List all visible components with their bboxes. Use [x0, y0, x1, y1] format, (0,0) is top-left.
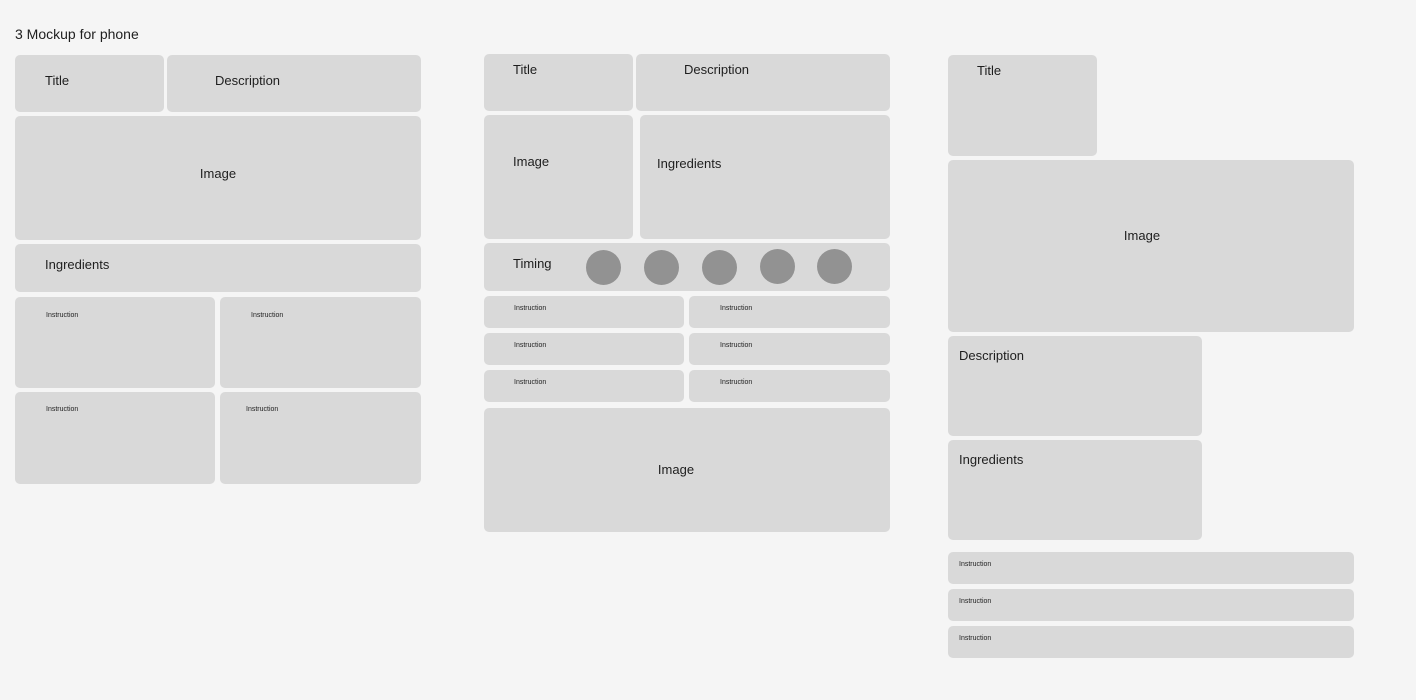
timing-step-dot[interactable]	[644, 250, 679, 285]
mockup-2-instruction-label: Instruction	[720, 342, 753, 349]
page-title: 3 Mockup for phone	[15, 26, 139, 42]
timing-step-dot[interactable]	[760, 249, 795, 284]
mockup-1-title-label: Title	[45, 73, 70, 88]
mockup-2-instruction-row: Instruction	[689, 333, 890, 365]
mockup-2-timing-box: Timing	[484, 243, 890, 291]
mockup-1-title-box: Title	[15, 55, 164, 112]
mockup-2-ingredients-box: Ingredients	[640, 115, 890, 239]
mockup-2-ingredients-label: Ingredients	[657, 156, 722, 171]
mockup-2-instruction-label: Instruction	[514, 305, 547, 312]
mockup-2-instruction-row: Instruction	[689, 296, 890, 328]
mockup-2-bottom-image-label: Image	[657, 462, 695, 477]
mockup-3-title-label: Title	[977, 63, 1002, 78]
mockup-1-ingredients-box: Ingredients	[15, 244, 421, 292]
mockup-1-image-box: Image	[15, 116, 421, 240]
mockup-2-instruction-row: Instruction	[484, 333, 684, 365]
mockup-2-instruction-label: Instruction	[514, 342, 547, 349]
mockup-3-ingredients-label: Ingredients	[959, 452, 1024, 467]
mockup-3-description-label: Description	[959, 348, 1025, 363]
mockup-2-title-label: Title	[513, 62, 538, 77]
mockup-2-bottom-image-box: Image	[484, 408, 890, 532]
mockup-1-instruction-label: Instruction	[46, 312, 79, 319]
mockup-3-image-label: Image	[1123, 228, 1161, 243]
mockup-1-description-label: Description	[215, 73, 281, 88]
mockup-3-image-box: Image	[948, 160, 1354, 332]
mockup-1-description-box: Description	[167, 55, 421, 112]
mockup-2-description-label: Description	[684, 62, 750, 77]
timing-step-dot[interactable]	[586, 250, 621, 285]
mockup-2-title-box: Title	[484, 54, 633, 111]
timing-step-dot[interactable]	[702, 250, 737, 285]
mockup-2-instruction-row: Instruction	[484, 370, 684, 402]
mockup-3-description-box: Description	[948, 336, 1202, 436]
mockup-3-instruction-label: Instruction	[959, 561, 992, 568]
mockup-3-instruction-row: Instruction	[948, 626, 1354, 658]
timing-step-dot[interactable]	[817, 249, 852, 284]
mockup-3-title-box: Title	[948, 55, 1097, 156]
mockup-1-image-label: Image	[199, 166, 237, 181]
mockup-2-instruction-row: Instruction	[689, 370, 890, 402]
mockup-1-instruction-label: Instruction	[251, 312, 284, 319]
mockup-2-instruction-label: Instruction	[720, 379, 753, 386]
mockup-3-instruction-row: Instruction	[948, 552, 1354, 584]
mockup-1-instruction-label: Instruction	[246, 406, 279, 413]
mockup-1-ingredients-label: Ingredients	[45, 257, 110, 272]
mockup-2-description-box: Description	[636, 54, 890, 111]
mockup-3-instruction-row: Instruction	[948, 589, 1354, 621]
mockup-3-instruction-label: Instruction	[959, 598, 992, 605]
mockup-1-instruction-card: Instruction	[220, 297, 421, 388]
mockup-2-image-label: Image	[513, 154, 550, 169]
mockup-1-instruction-label: Instruction	[46, 406, 79, 413]
mockup-3-instruction-label: Instruction	[959, 635, 992, 642]
mockup-2-instruction-label: Instruction	[514, 379, 547, 386]
mockup-1-instruction-card: Instruction	[15, 392, 215, 484]
mockup-3-ingredients-box: Ingredients	[948, 440, 1202, 540]
mockup-2-timing-label: Timing	[513, 256, 552, 271]
mockup-1-instruction-card: Instruction	[15, 297, 215, 388]
mockup-2-image-box: Image	[484, 115, 633, 239]
mockup-2-instruction-row: Instruction	[484, 296, 684, 328]
mockup-1-instruction-card: Instruction	[220, 392, 421, 484]
mockup-2-instruction-label: Instruction	[720, 305, 753, 312]
